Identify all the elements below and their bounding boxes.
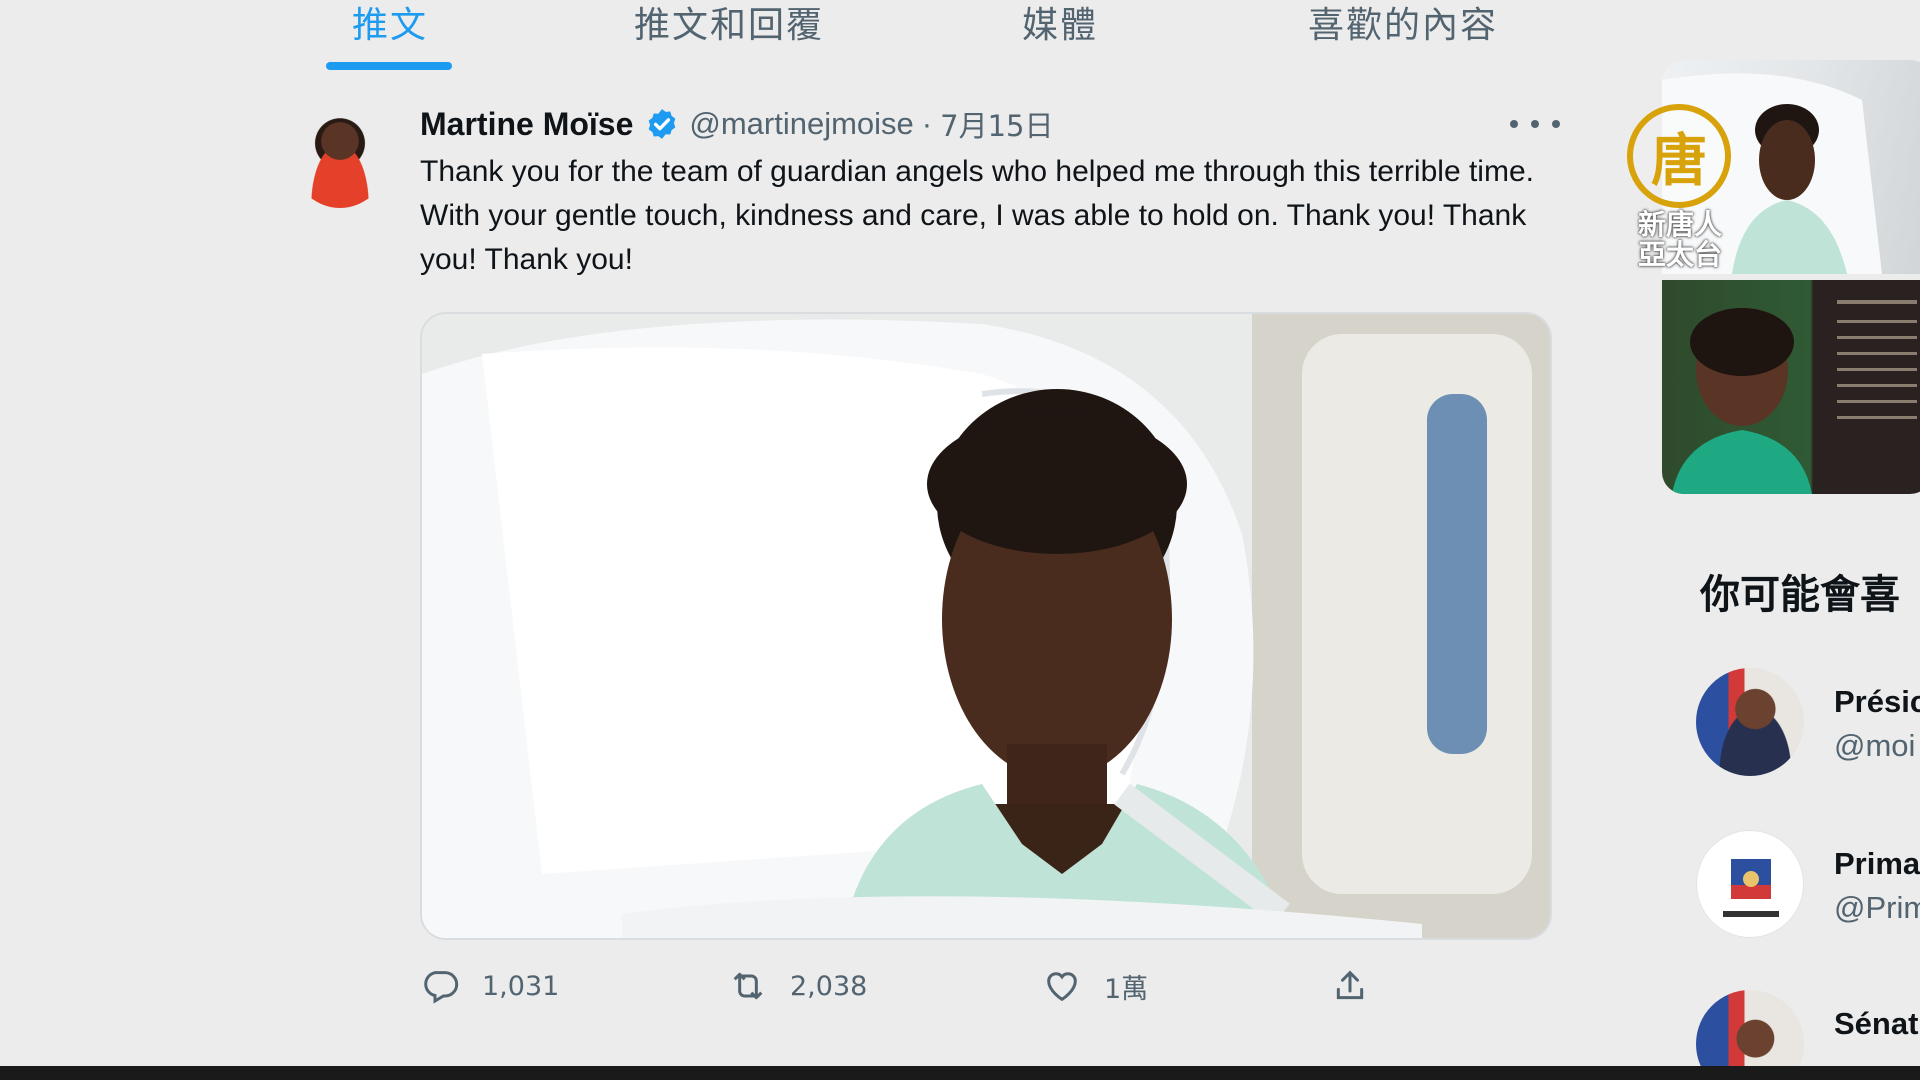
avatar[interactable]	[290, 100, 390, 208]
avatar[interactable]	[1696, 830, 1804, 938]
tab-likes[interactable]: 喜歡的內容	[1308, 0, 1498, 48]
suggested-name[interactable]: Prima	[1834, 846, 1920, 882]
share-icon	[1336, 970, 1364, 1000]
thumbnail-illustration	[1672, 300, 1917, 494]
share-button[interactable]	[1330, 966, 1370, 1006]
like-button[interactable]: 1萬	[1042, 966, 1148, 1006]
suggested-account[interactable]: Prima @Prim	[1696, 830, 1920, 940]
user-handle[interactable]: @martinejmoise	[689, 106, 913, 142]
reply-icon	[424, 971, 459, 1004]
tab-media[interactable]: 媒體	[1022, 0, 1098, 48]
reply-button[interactable]: 1,031	[420, 966, 559, 1006]
media-thumbnail[interactable]	[1662, 280, 1920, 494]
suggested-name[interactable]: Présic	[1834, 684, 1920, 720]
suggested-handle: @moi	[1834, 728, 1916, 763]
retweet-button[interactable]: 2,038	[728, 966, 867, 1006]
retweet-count: 2,038	[790, 970, 868, 1002]
display-name[interactable]: Martine Moïse	[420, 106, 633, 143]
tab-tweets-and-replies[interactable]: 推文和回覆	[634, 0, 824, 48]
tweet-actions: 1,031 2,038 1萬	[420, 966, 1600, 1016]
tweet-photo[interactable]	[420, 312, 1552, 940]
bottom-bar	[0, 1066, 1920, 1080]
suggested-name[interactable]: Sénat	[1834, 1006, 1918, 1042]
suggested-handle: @Prim	[1834, 890, 1920, 925]
header-separator: ·	[921, 106, 933, 141]
verified-badge-icon	[645, 107, 679, 141]
suggested-account[interactable]: Présic @moi	[1696, 668, 1920, 778]
active-tab-indicator	[326, 62, 452, 70]
like-count: 1萬	[1104, 973, 1149, 1005]
logo-text: 新唐人 亞太台	[1637, 208, 1722, 271]
more-options-icon[interactable]	[1510, 104, 1560, 144]
heart-icon	[1047, 972, 1077, 1002]
logo-emblem: 唐	[1627, 104, 1731, 208]
who-to-follow-title: 你可能會喜	[1700, 572, 1900, 618]
tweet-date[interactable]: 7月15日	[940, 103, 1053, 145]
tweet-header: Martine Moïse @martinejmoise · 7月15日	[420, 100, 1053, 148]
avatar[interactable]	[1696, 668, 1804, 776]
photo-illustration	[422, 314, 1550, 938]
profile-tabs: 推文 推文和回覆 媒體 喜歡的內容	[300, 0, 1560, 72]
retweet-icon	[733, 972, 763, 1000]
emblem-icon	[1723, 859, 1779, 917]
tab-tweets[interactable]: 推文	[352, 0, 428, 48]
broadcaster-logo: 唐 新唐人 亞太台	[1615, 104, 1740, 274]
tweet-text: Thank you for the team of guardian angel…	[420, 155, 1534, 276]
reply-count: 1,031	[482, 970, 560, 1002]
